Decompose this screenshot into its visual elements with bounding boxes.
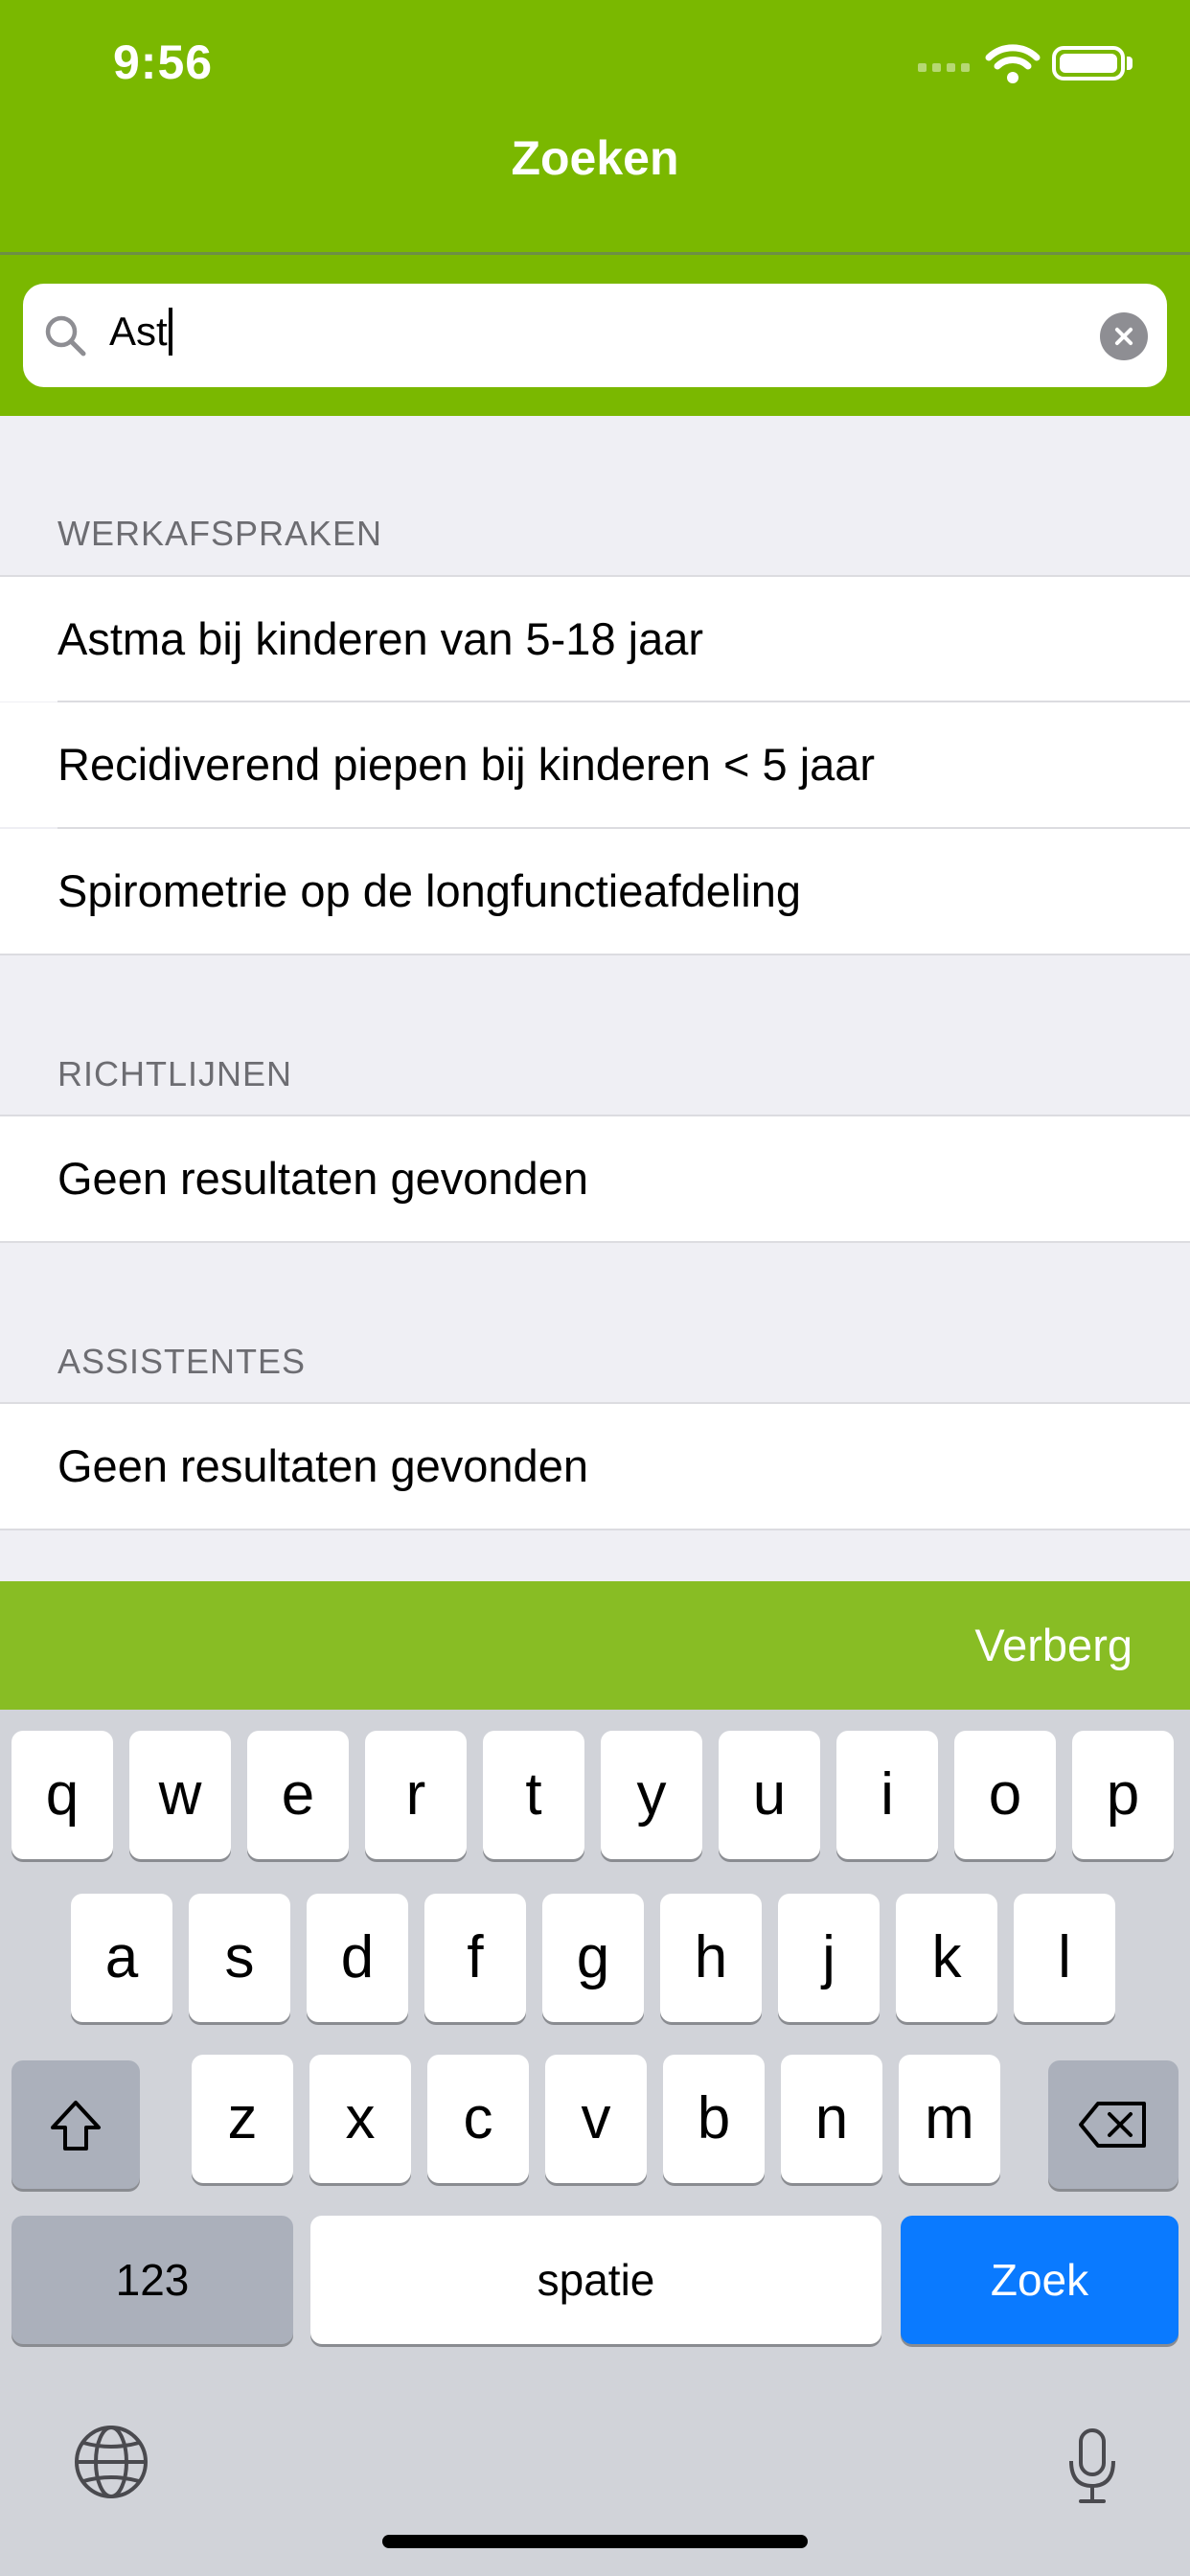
backspace-key[interactable] [1048, 2060, 1179, 2189]
list-item[interactable]: Spirometrie op de longfunctieafdeling [0, 829, 1190, 954]
space-key[interactable]: spatie [310, 2216, 881, 2344]
key-z[interactable]: z [192, 2055, 293, 2183]
shift-icon [51, 2101, 101, 2150]
key-g[interactable]: g [542, 1894, 644, 2022]
battery-cap [1127, 57, 1133, 70]
empty-result-row: Geen resultaten gevonden [0, 1116, 1190, 1241]
key-y[interactable]: y [601, 1731, 702, 1859]
list-item-label: Recidiverend piepen bij kinderen < 5 jaa… [57, 739, 876, 790]
key-a[interactable]: a [71, 1894, 172, 2022]
key-x[interactable]: x [309, 2055, 411, 2183]
empty-result-label: Geen resultaten gevonden [57, 1153, 588, 1204]
status-time: 9:56 [113, 35, 214, 89]
microphone-icon[interactable] [1065, 2426, 1119, 2507]
list-item[interactable]: Astma bij kinderen van 5-18 jaar [0, 577, 1190, 702]
key-k[interactable]: k [896, 1894, 997, 2022]
key-u[interactable]: u [719, 1731, 820, 1859]
key-o[interactable]: o [954, 1731, 1056, 1859]
key-p[interactable]: p [1072, 1731, 1174, 1859]
section-header-assistentes: ASSISTENTES [57, 1342, 307, 1381]
key-f[interactable]: f [424, 1894, 526, 2022]
key-j[interactable]: j [778, 1894, 880, 2022]
search-return-key[interactable]: Zoek [901, 2216, 1179, 2344]
wifi-icon [985, 44, 1041, 83]
key-l[interactable]: l [1014, 1894, 1115, 2022]
key-m[interactable]: m [899, 2055, 1000, 2183]
key-r[interactable]: r [365, 1731, 467, 1859]
key-n[interactable]: n [781, 2055, 882, 2183]
key-h[interactable]: h [660, 1894, 762, 2022]
shift-key[interactable] [11, 2060, 140, 2189]
key-b[interactable]: b [663, 2055, 765, 2183]
hide-keyboard-button[interactable]: Verberg [974, 1581, 1133, 1710]
key-i[interactable]: i [836, 1731, 938, 1859]
key-v[interactable]: v [545, 2055, 647, 2183]
globe-icon[interactable] [71, 2422, 151, 2502]
page-title: Zoeken [511, 131, 679, 185]
keyboard: qwertyuiop asdfghjkl zxcvbnm 123 spatie … [0, 1710, 1190, 2576]
numbers-key[interactable]: 123 [11, 2216, 293, 2344]
key-d[interactable]: d [307, 1894, 408, 2022]
search-input[interactable] [23, 284, 1167, 387]
key-w[interactable]: w [129, 1731, 231, 1859]
section-bottom-divider [0, 1241, 1190, 1243]
key-c[interactable]: c [427, 2055, 529, 2183]
key-e[interactable]: e [247, 1731, 349, 1859]
key-t[interactable]: t [483, 1731, 584, 1859]
battery-icon [1052, 46, 1125, 80]
clear-search-button[interactable] [1100, 312, 1148, 360]
home-indicator [382, 2535, 808, 2548]
empty-result-row: Geen resultaten gevonden [0, 1404, 1190, 1529]
section-bottom-divider [0, 954, 1190, 955]
list-item-label: Spirometrie op de longfunctieafdeling [57, 865, 802, 916]
section-header-richtlijnen: RICHTLIJNEN [57, 1054, 293, 1093]
empty-result-label: Geen resultaten gevonden [57, 1440, 588, 1491]
list-item-label: Astma bij kinderen van 5-18 jaar [57, 613, 704, 664]
cellular-signal-icon [918, 63, 972, 75]
search-input-value[interactable]: Ast [109, 307, 172, 358]
list-item[interactable]: Recidiverend piepen bij kinderen < 5 jaa… [0, 702, 1190, 827]
section-header-werkafspraken: WERKAFSPRAKEN [57, 514, 383, 553]
section-bottom-divider [0, 1529, 1190, 1530]
key-s[interactable]: s [189, 1894, 290, 2022]
search-icon [45, 315, 86, 356]
text-caret [168, 307, 172, 356]
backspace-icon [1079, 2102, 1146, 2148]
key-q[interactable]: q [11, 1731, 113, 1859]
